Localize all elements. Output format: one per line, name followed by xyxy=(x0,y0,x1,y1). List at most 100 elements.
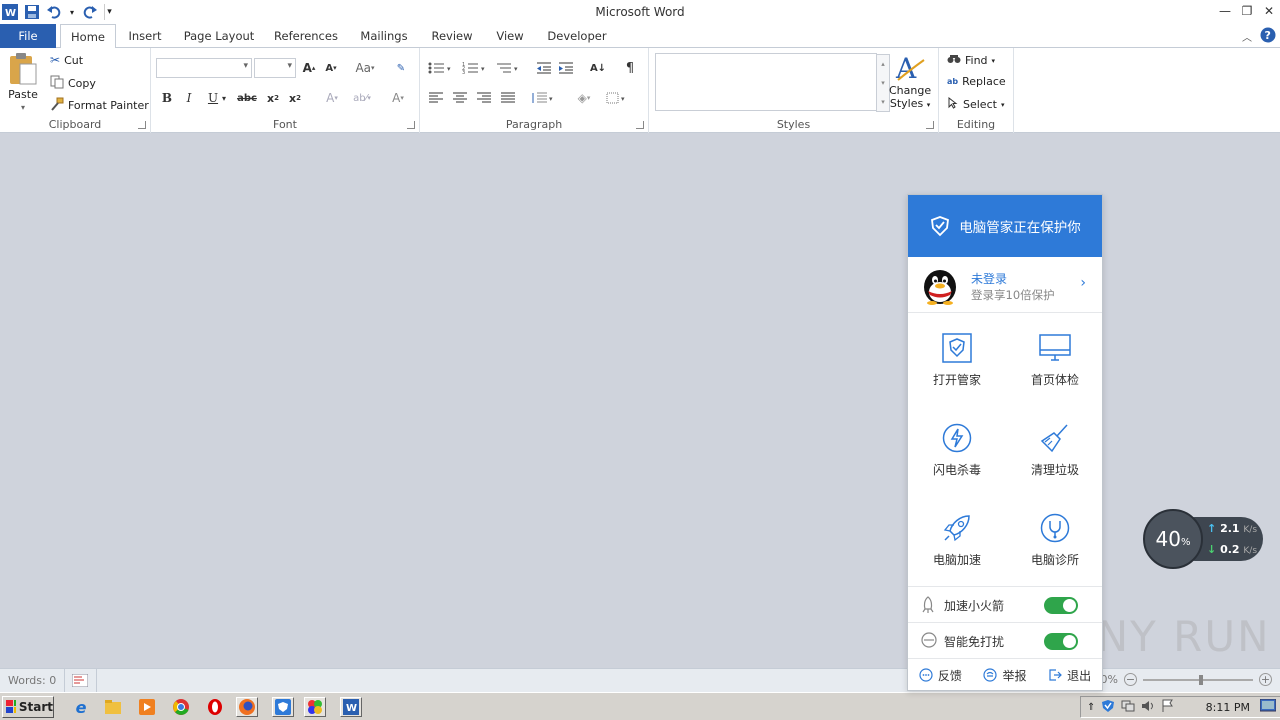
styles-launcher[interactable] xyxy=(926,121,934,129)
bullets-icon[interactable]: ▾ xyxy=(426,58,456,78)
word-taskbar-icon[interactable]: W xyxy=(340,697,362,717)
shading-icon[interactable]: ◈ ▾ xyxy=(570,88,598,108)
align-right-icon[interactable] xyxy=(474,88,494,108)
sort-icon[interactable]: A↓ xyxy=(588,58,608,78)
show-desktop-icon[interactable] xyxy=(1259,698,1277,716)
tray-pc-manager-icon[interactable] xyxy=(1101,699,1115,716)
shield-icon xyxy=(931,216,950,237)
dnd-toggle-switch[interactable] xyxy=(1044,633,1078,650)
user-name[interactable]: 未登录 xyxy=(971,270,1007,287)
media-player-icon[interactable] xyxy=(136,697,158,717)
subscript-icon[interactable]: x2 xyxy=(263,88,283,108)
feedback-button[interactable]: 反馈 xyxy=(919,667,962,684)
firefox-icon[interactable] xyxy=(236,697,258,717)
explorer-folder-icon[interactable] xyxy=(102,697,124,717)
tab-references[interactable]: References xyxy=(270,24,342,48)
align-left-icon[interactable] xyxy=(426,88,446,108)
format-painter-button[interactable]: Format Painter xyxy=(50,97,149,114)
align-center-icon[interactable] xyxy=(450,88,470,108)
font-size-combo[interactable] xyxy=(254,58,296,78)
open-manager-tile[interactable]: 打开管家 xyxy=(908,313,1006,403)
word-count[interactable]: Words: 0 xyxy=(8,674,56,687)
ie-icon[interactable]: e xyxy=(70,697,92,717)
paste-button[interactable]: Paste ▾ xyxy=(8,52,38,112)
svg-text:?: ? xyxy=(1265,29,1271,42)
zoom-out-icon[interactable]: − xyxy=(1124,673,1137,686)
strikethrough-icon[interactable]: abc xyxy=(237,88,257,108)
tab-page-layout[interactable]: Page Layout xyxy=(180,24,258,48)
report-button[interactable]: 举报 xyxy=(983,667,1026,684)
replace-button[interactable]: ab Replace xyxy=(947,75,1006,88)
grow-font-icon[interactable]: A ▴ xyxy=(299,58,319,78)
quick-scan-tile[interactable]: 闪电杀毒 xyxy=(908,403,1006,493)
volume-icon[interactable] xyxy=(1141,699,1155,716)
speed-up-tile[interactable]: 电脑加速 xyxy=(908,493,1006,583)
tray-expand-icon[interactable]: ⇑ xyxy=(1087,702,1095,713)
select-button[interactable]: Select ▾ xyxy=(947,96,1004,112)
tab-insert[interactable]: Insert xyxy=(122,24,168,48)
tab-home[interactable]: Home xyxy=(60,24,116,49)
find-button[interactable]: Find ▾ xyxy=(947,53,995,68)
clipboard-launcher[interactable] xyxy=(138,121,146,129)
line-spacing-icon[interactable]: ▾ xyxy=(530,88,556,108)
help-icon[interactable]: ? xyxy=(1260,27,1276,46)
borders-icon[interactable]: ▾ xyxy=(604,88,632,108)
clock[interactable]: 8:11 PM xyxy=(1206,701,1250,714)
decrease-indent-icon[interactable] xyxy=(534,58,554,78)
justify-icon[interactable] xyxy=(498,88,518,108)
tab-mailings[interactable]: Mailings xyxy=(354,24,414,48)
increase-indent-icon[interactable] xyxy=(556,58,576,78)
clear-formatting-icon[interactable]: ✎ xyxy=(391,58,411,78)
shrink-font-icon[interactable]: A ▾ xyxy=(321,58,341,78)
tab-view[interactable]: View xyxy=(490,24,530,48)
minimize-ribbon-icon[interactable]: ︿ xyxy=(1242,29,1252,44)
tab-file[interactable]: File xyxy=(0,24,56,48)
zoom-slider-thumb[interactable] xyxy=(1199,674,1203,685)
network-speed-widget[interactable]: 40% ↑ 2.1 K/s ↓ 0.2 K/s xyxy=(1143,509,1263,569)
opera-icon[interactable] xyxy=(204,697,226,717)
zoom-slider[interactable] xyxy=(1143,674,1253,685)
multilevel-list-icon[interactable]: ▾ xyxy=(494,58,524,78)
close-button[interactable]: ✕ xyxy=(1258,0,1280,22)
text-effects-icon[interactable]: A ▾ xyxy=(319,88,345,108)
tab-review[interactable]: Review xyxy=(426,24,478,48)
copy-button[interactable]: Copy xyxy=(50,75,96,92)
start-button[interactable]: Start xyxy=(2,696,54,718)
proofing-icon[interactable] xyxy=(71,673,89,690)
tab-developer[interactable]: Developer xyxy=(544,24,610,48)
italic-icon[interactable]: I xyxy=(179,88,199,108)
exit-button[interactable]: 退出 xyxy=(1048,667,1091,684)
change-case-icon[interactable]: Aa ▾ xyxy=(351,58,379,78)
underline-dropdown-icon[interactable]: ▾ xyxy=(219,88,229,108)
pc-manager-taskbar-icon[interactable] xyxy=(272,697,294,717)
broom-icon xyxy=(1040,424,1068,453)
restore-button[interactable]: ❐ xyxy=(1236,0,1258,22)
chevron-right-icon[interactable]: › xyxy=(1080,275,1086,291)
memory-usage-circle[interactable]: 40% xyxy=(1143,509,1203,569)
highlight-icon[interactable]: ab⁄ ▾ xyxy=(347,88,377,108)
zoom-in-icon[interactable]: + xyxy=(1259,673,1272,686)
window-title: Microsoft Word xyxy=(595,5,685,19)
minimize-button[interactable]: — xyxy=(1214,0,1236,22)
network-icon[interactable] xyxy=(1121,699,1135,716)
paragraph-launcher[interactable] xyxy=(636,121,644,129)
flag-icon[interactable] xyxy=(1161,699,1175,716)
change-styles-button[interactable]: A Change Styles ▾ xyxy=(889,52,931,110)
rocket-toggle-switch[interactable] xyxy=(1044,597,1078,614)
cut-button[interactable]: ✂ Cut xyxy=(50,53,83,67)
font-launcher[interactable] xyxy=(407,121,415,129)
superscript-icon[interactable]: x2 xyxy=(285,88,305,108)
font-color-icon[interactable]: A ▾ xyxy=(385,88,411,108)
styles-gallery-scroll[interactable]: ▴ ▾ ▾ xyxy=(876,54,890,112)
color-app-icon[interactable] xyxy=(304,697,326,717)
health-check-tile[interactable]: 首页体检 xyxy=(1006,313,1104,403)
user-login-row[interactable]: 未登录 登录享10倍保护 › xyxy=(908,257,1102,313)
font-name-combo[interactable] xyxy=(156,58,252,78)
styles-gallery[interactable]: ▴ ▾ ▾ xyxy=(655,53,890,112)
chrome-icon[interactable] xyxy=(170,697,192,717)
pc-clinic-tile[interactable]: 电脑诊所 xyxy=(1006,493,1104,583)
bold-icon[interactable]: B xyxy=(157,88,177,108)
numbering-icon[interactable]: 1 2 3 ▾ xyxy=(460,58,490,78)
show-formatting-icon[interactable]: ¶ xyxy=(620,58,640,78)
clean-junk-tile[interactable]: 清理垃圾 xyxy=(1006,403,1104,493)
